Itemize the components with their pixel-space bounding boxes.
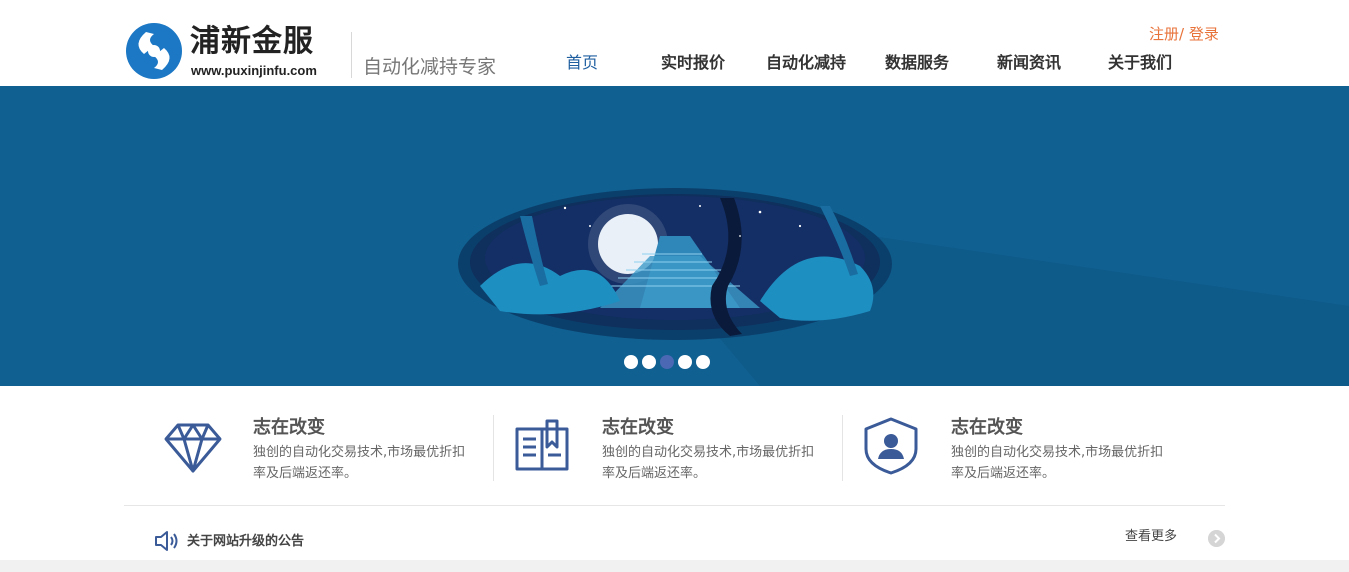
nav-item-home[interactable]: 首页 bbox=[566, 52, 598, 74]
chevron-right-icon[interactable] bbox=[1208, 530, 1225, 547]
logo[interactable]: 浦新金服 www.puxinjinfu.com bbox=[124, 22, 344, 80]
diamond-icon bbox=[164, 423, 222, 473]
nav-item-data-service[interactable]: 数据服务 bbox=[885, 52, 949, 74]
feature-item: 志在改变 独创的自动化交易技术,市场最优折扣 率及后端返还率。 bbox=[473, 405, 822, 495]
footer-band bbox=[0, 560, 1349, 572]
carousel-dot-4[interactable] bbox=[678, 355, 692, 369]
notice-link[interactable]: 关于网站升级的公告 bbox=[187, 533, 304, 551]
feature-desc: 独创的自动化交易技术,市场最优折扣 率及后端返还率。 bbox=[951, 445, 1164, 481]
carousel-dots bbox=[624, 355, 710, 369]
shield-user-icon bbox=[864, 417, 918, 475]
brand-name: 浦新金服 bbox=[190, 24, 314, 59]
carousel-dot-5[interactable] bbox=[696, 355, 710, 369]
logo-mark-icon bbox=[126, 23, 182, 79]
feature-title: 志在改变 bbox=[951, 417, 1023, 438]
feature-item: 志在改变 独创的自动化交易技术,市场最优折扣 率及后端返还率。 bbox=[822, 405, 1171, 495]
carousel-dot-1[interactable] bbox=[624, 355, 638, 369]
carousel-dot-3[interactable] bbox=[660, 355, 674, 369]
nav-item-quotes[interactable]: 实时报价 bbox=[661, 52, 725, 74]
feature-title: 志在改变 bbox=[602, 417, 674, 438]
nav-item-about[interactable]: 关于我们 bbox=[1108, 52, 1172, 74]
tagline: 自动化减持专家 bbox=[363, 56, 497, 78]
feature-list: 志在改变 独创的自动化交易技术,市场最优折扣 率及后端返还率。 志在改变 独创的… bbox=[124, 405, 1225, 495]
nav-item-news[interactable]: 新闻资讯 bbox=[997, 52, 1061, 74]
book-icon bbox=[515, 419, 569, 471]
feature-title: 志在改变 bbox=[253, 417, 325, 438]
banner-illustration bbox=[458, 188, 1349, 386]
site-header: 浦新金服 www.puxinjinfu.com 自动化减持专家 注册/ 登录 首… bbox=[0, 0, 1349, 86]
brand-url: www.puxinjinfu.com bbox=[191, 63, 317, 78]
carousel-dot-2[interactable] bbox=[642, 355, 656, 369]
view-more-link[interactable]: 查看更多 bbox=[1125, 528, 1177, 546]
feature-desc: 独创的自动化交易技术,市场最优折扣 率及后端返还率。 bbox=[602, 445, 815, 481]
register-link[interactable]: 注册 bbox=[1149, 25, 1179, 43]
hero-banner[interactable] bbox=[0, 86, 1349, 386]
feature-item: 志在改变 独创的自动化交易技术,市场最优折扣 率及后端返还率。 bbox=[124, 405, 473, 495]
nav-item-auto-reduce[interactable]: 自动化减持 bbox=[766, 52, 846, 74]
logo-divider bbox=[351, 32, 352, 78]
speaker-icon bbox=[155, 531, 178, 551]
auth-links: 注册/ 登录 bbox=[1149, 24, 1219, 44]
login-link[interactable]: 登录 bbox=[1189, 25, 1219, 43]
section-divider bbox=[124, 505, 1225, 506]
feature-desc: 独创的自动化交易技术,市场最优折扣 率及后端返还率。 bbox=[253, 445, 466, 481]
auth-separator: / bbox=[1179, 25, 1189, 43]
